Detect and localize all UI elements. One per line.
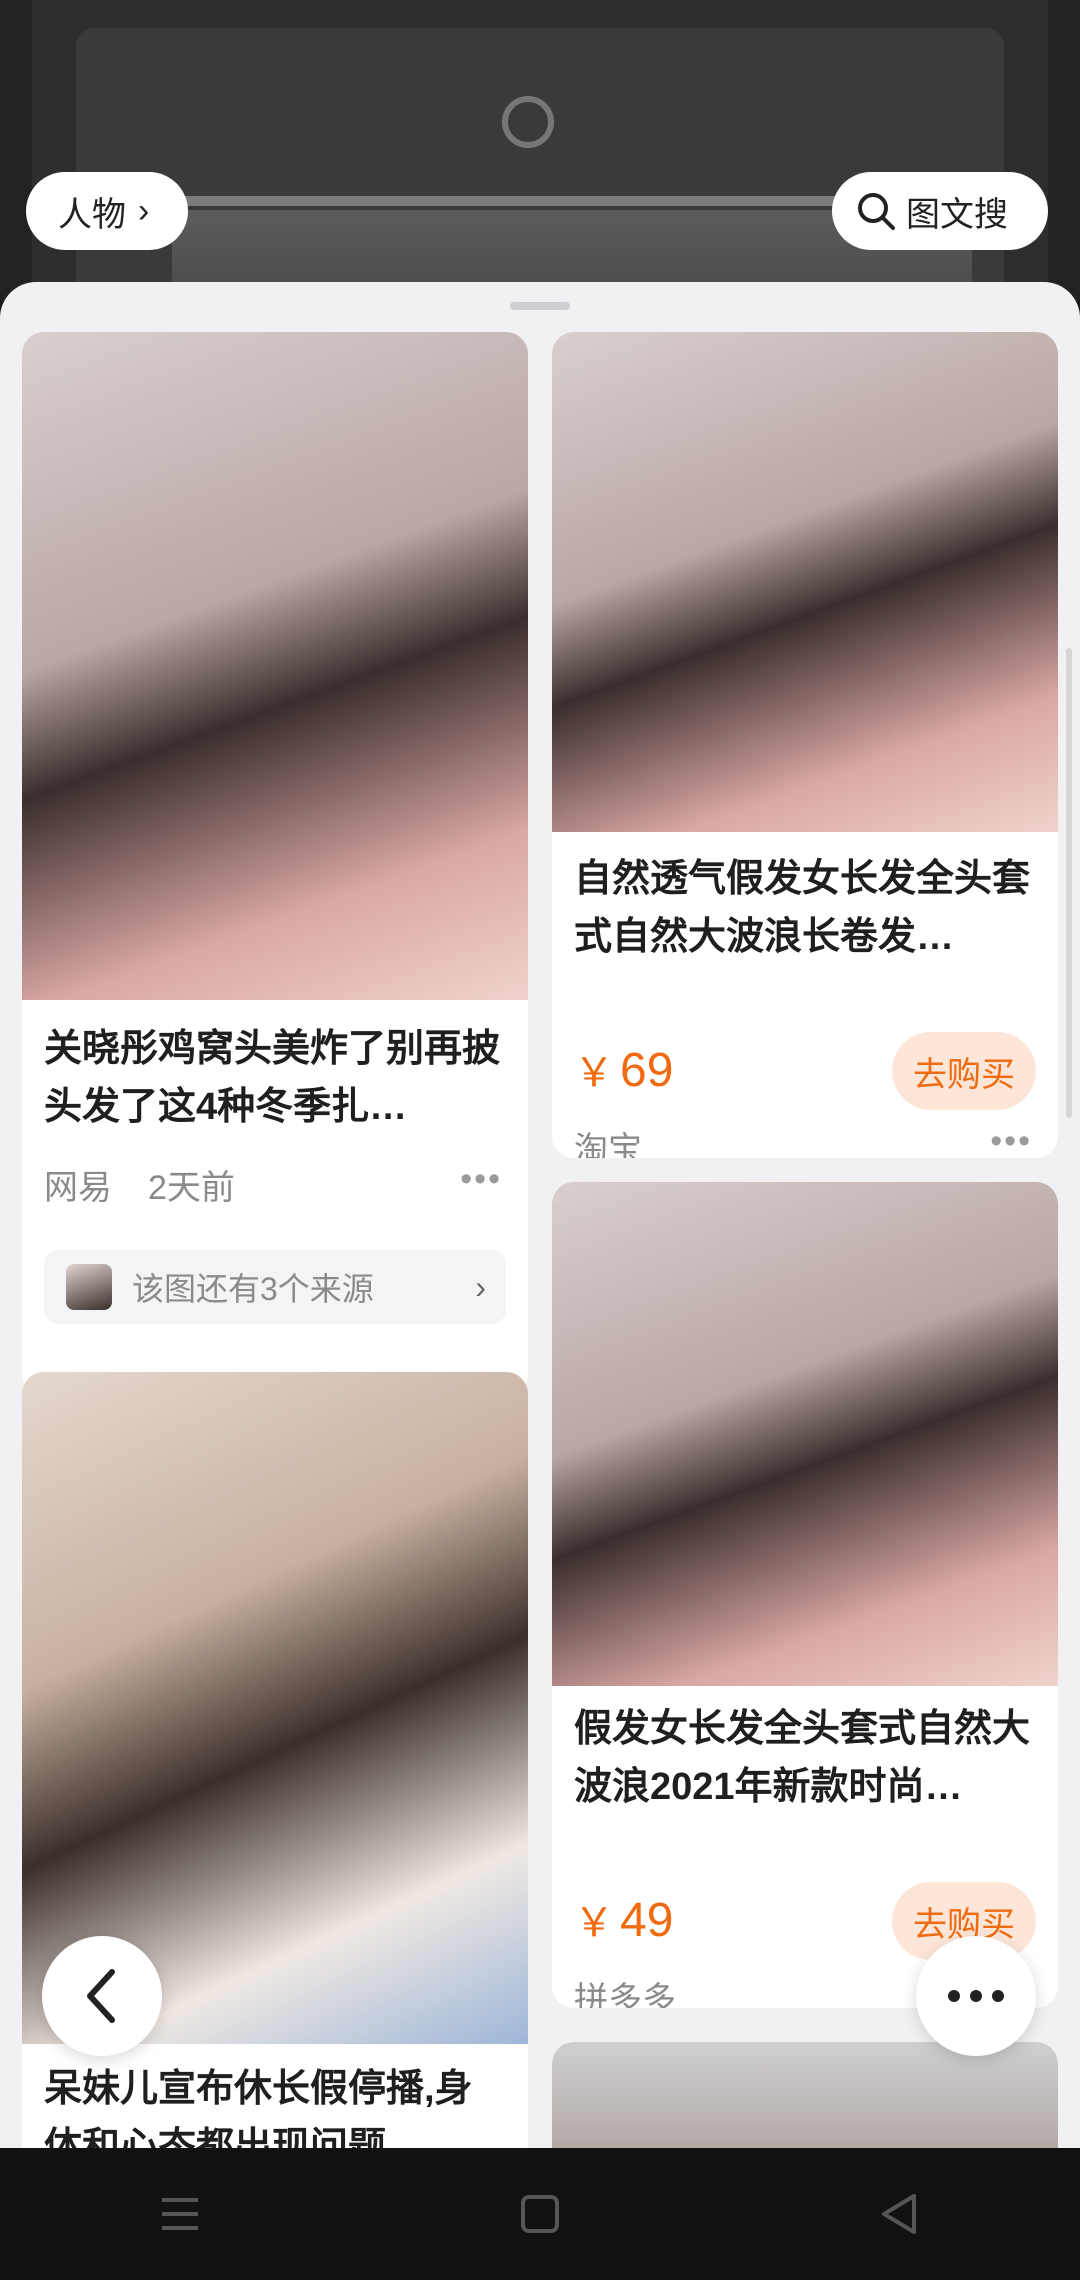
menu-icon (162, 2198, 198, 2230)
result-time: 2天前 (148, 1169, 235, 1207)
image-text-search-label: 图文搜 (906, 195, 1008, 234)
result-title[interactable]: 关晓彤鸡窝头美炸了别再披头发了这4种冬季扎… (44, 1020, 506, 1136)
product-card[interactable]: 假发女长发全头套式自然大波浪2021年新款时尚… ￥49 去购买 拼多多 ••• (552, 1182, 1058, 2008)
product-image[interactable] (552, 332, 1058, 832)
currency-symbol: ￥ (574, 1051, 614, 1095)
image-text-search-button[interactable]: 图文搜 (832, 172, 1048, 250)
more-dots-icon (948, 1990, 1004, 2002)
menu-button[interactable] (140, 2174, 220, 2254)
results-sheet[interactable]: 关晓彤鸡窝头美炸了别再披头发了这4种冬季扎… 网易 2天前 ••• 该图还有3个… (0, 282, 1080, 2148)
result-card[interactable]: 关晓彤鸡窝头美炸了别再披头发了这4种冬季扎… 网易 2天前 ••• 该图还有3个… (22, 332, 528, 1396)
result-image[interactable] (22, 332, 528, 1000)
product-store: 拼多多 (574, 1981, 676, 2008)
more-sources-row[interactable]: 该图还有3个来源 › (44, 1250, 506, 1324)
product-title[interactable]: 自然透气假发女长发全头套式自然大波浪长卷发… (574, 850, 1036, 966)
buy-button[interactable]: 去购买 (892, 1032, 1036, 1110)
more-sources-label: 该图还有3个来源 (132, 1271, 374, 1307)
chevron-right-icon: › (138, 191, 150, 230)
result-title[interactable]: 呆妹儿宣布休长假停播,身体和心态都出现问题… (44, 2060, 506, 2148)
back-triangle-icon (882, 2194, 916, 2234)
product-image[interactable] (552, 1182, 1058, 1686)
product-image[interactable] (552, 2042, 1058, 2148)
currency-symbol: ￥ (574, 1901, 614, 1945)
product-store: 淘宝 (574, 1131, 642, 1158)
search-icon (858, 193, 895, 230)
price-value: 69 (620, 1044, 674, 1097)
image-preview-area (0, 0, 1080, 300)
price-value: 49 (620, 1894, 674, 1947)
category-chip-people[interactable]: 人物 › (26, 172, 188, 250)
more-options-icon[interactable]: ••• (990, 1122, 1032, 1158)
scrollbar-thumb[interactable] (1066, 648, 1072, 1118)
chevron-left-icon (87, 1969, 115, 2023)
back-button[interactable] (42, 1936, 162, 2056)
home-square-icon (521, 2195, 559, 2233)
product-card[interactable]: 自然透气假发女长发全头套式自然大波浪长卷发… ￥ 69 去购买 淘宝 ••• (552, 332, 1058, 1158)
more-actions-button[interactable] (916, 1936, 1036, 2056)
more-options-icon[interactable]: ••• (460, 1160, 502, 1199)
source-thumbnail (66, 1264, 112, 1310)
product-card[interactable] (552, 2042, 1058, 2148)
product-title[interactable]: 假发女长发全头套式自然大波浪2021年新款时尚… (574, 1700, 1036, 1816)
loading-spinner-icon (502, 96, 554, 148)
chevron-right-icon: › (475, 1268, 486, 1305)
category-chip-label: 人物 (58, 195, 126, 234)
product-price: ￥ 69 (574, 1040, 673, 1098)
home-button[interactable] (500, 2174, 580, 2254)
product-price: ￥ 49 (574, 1890, 673, 1948)
sheet-drag-handle[interactable] (510, 302, 570, 310)
back-nav-button[interactable] (860, 2174, 940, 2254)
result-source: 网易 (44, 1169, 112, 1207)
system-nav-bar (0, 2148, 1080, 2280)
